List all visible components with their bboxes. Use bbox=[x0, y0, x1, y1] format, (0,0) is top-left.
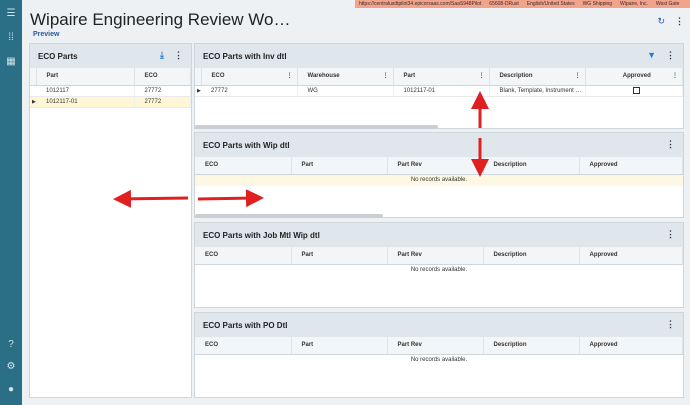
refresh-icon[interactable]: ↻ bbox=[657, 16, 665, 27]
env-company: Wipaire, Inc. bbox=[620, 1, 648, 7]
user-icon[interactable]: ● bbox=[5, 384, 17, 396]
hamburger-menu-icon[interactable]: ☰ bbox=[5, 8, 17, 20]
column-header[interactable]: Approved ⋮ bbox=[585, 68, 683, 86]
inv-dtl-grid: ECO ⋮ Warehouse ⋮ Part ⋮ Description ⋮ Appro… bbox=[195, 68, 683, 97]
column-menu-icon[interactable]: ⋮ bbox=[287, 72, 293, 79]
eco-parts-panel: ECO Parts ⤓ ⋮ Part ECO 1012117 27772 ▶ 1… bbox=[29, 43, 192, 398]
wip-dtl-panel: ECO Parts with Wip dtl ⋮ ECO Part Part R… bbox=[194, 132, 684, 218]
job-mtl-panel: ECO Parts with Job Mtl Wip dtl ⋮ ECO Par… bbox=[194, 222, 684, 308]
kebab-icon[interactable]: ⋮ bbox=[666, 50, 675, 61]
settings-icon[interactable]: ⚙ bbox=[5, 361, 17, 373]
eco-parts-grid: Part ECO 1012117 27772 ▶ 1012117-01 2777… bbox=[30, 68, 191, 108]
column-header[interactable]: ECO ⋮ bbox=[201, 68, 298, 86]
po-dtl-header: ECO Parts with PO Dtl ⋮ bbox=[195, 313, 683, 337]
column-menu-icon[interactable]: ⋮ bbox=[479, 72, 485, 79]
approved-checkbox[interactable] bbox=[633, 86, 641, 94]
eco-parts-header: ECO Parts ⤓ ⋮ bbox=[30, 44, 191, 68]
column-header[interactable]: Part bbox=[291, 157, 388, 175]
column-menu-icon[interactable]: ⋮ bbox=[575, 72, 581, 79]
kebab-icon[interactable]: ⋮ bbox=[666, 319, 675, 330]
inv-dtl-header: ECO Parts with Inv dtl ▼ ⋮ bbox=[195, 44, 683, 68]
help-icon[interactable]: ? bbox=[5, 339, 17, 351]
env-language: English/United States bbox=[526, 1, 575, 7]
empty-message: No records available. bbox=[195, 264, 683, 276]
env-plant: West Gate bbox=[655, 1, 680, 7]
table-row[interactable]: 1012117 27772 bbox=[30, 85, 191, 97]
env-user: 65608-DRust bbox=[489, 1, 519, 7]
cell-description[interactable]: Blank, Template, Instrument … bbox=[489, 85, 586, 97]
column-header[interactable]: Description ⋮ bbox=[489, 68, 586, 86]
env-url: https://centralusdtpilot34.epicorsaas.co… bbox=[359, 1, 482, 7]
kebab-icon[interactable]: ⋮ bbox=[666, 139, 675, 150]
panel-title: ECO Parts with Job Mtl Wip dtl bbox=[203, 230, 320, 240]
column-header[interactable]: Warehouse ⋮ bbox=[297, 68, 394, 86]
cell-part[interactable]: 1012117 bbox=[36, 85, 135, 97]
cell-part[interactable]: 1012117-01 bbox=[36, 96, 135, 108]
job-mtl-header: ECO Parts with Job Mtl Wip dtl ⋮ bbox=[195, 223, 683, 247]
panel-title: ECO Parts bbox=[38, 51, 78, 61]
horizontal-scrollbar[interactable] bbox=[195, 125, 438, 129]
column-header[interactable]: ECO bbox=[195, 157, 292, 175]
column-header[interactable]: ECO bbox=[134, 68, 191, 86]
empty-message: No records available. bbox=[195, 174, 683, 186]
wip-dtl-header: ECO Parts with Wip dtl ⋮ bbox=[195, 133, 683, 157]
horizontal-scrollbar[interactable] bbox=[195, 214, 383, 218]
column-menu-icon[interactable]: ⋮ bbox=[672, 72, 678, 79]
inv-dtl-panel: ECO Parts with Inv dtl ▼ ⋮ ECO ⋮ Warehous… bbox=[194, 43, 684, 129]
column-header[interactable]: Approved bbox=[579, 247, 683, 265]
cell-approved[interactable] bbox=[585, 85, 683, 97]
column-header[interactable]: Part Rev bbox=[387, 157, 484, 175]
cell-warehouse[interactable]: WG bbox=[297, 85, 394, 97]
page-title: Wipaire Engineering Review Wo… bbox=[30, 10, 291, 29]
column-header[interactable]: Part bbox=[36, 68, 135, 86]
panel-title: ECO Parts with Inv dtl bbox=[203, 51, 287, 61]
env-site: WG Shipping bbox=[582, 1, 613, 7]
table-row[interactable]: ▶ 27772 WG 1012117-01 Blank, Template, I… bbox=[195, 85, 683, 97]
preview-link[interactable]: Preview bbox=[33, 31, 59, 38]
column-header[interactable]: Approved bbox=[579, 157, 683, 175]
column-header[interactable]: Part bbox=[291, 247, 388, 265]
environment-info-strip: https://centralusdtpilot34.epicorsaas.co… bbox=[355, 0, 690, 8]
wip-dtl-grid: ECO Part Part Rev Description Approved bbox=[195, 157, 683, 175]
table-row[interactable]: ▶ 1012117-01 27772 bbox=[30, 96, 191, 108]
kebab-icon[interactable]: ⋮ bbox=[174, 50, 183, 61]
dashboard-icon[interactable]: ▦ bbox=[5, 56, 17, 68]
po-dtl-panel: ECO Parts with PO Dtl ⋮ ECO Part Part Re… bbox=[194, 312, 684, 398]
panel-title: ECO Parts with Wip dtl bbox=[203, 140, 290, 150]
column-header[interactable]: Part ⋮ bbox=[393, 68, 490, 86]
column-header[interactable]: Description bbox=[483, 157, 580, 175]
apps-grid-icon[interactable]: ⁞⁞ bbox=[5, 32, 17, 44]
column-header[interactable]: Part bbox=[291, 337, 388, 355]
empty-message: No records available. bbox=[195, 354, 683, 366]
left-nav: ☰ ⁞⁞ ▦ ? ⚙ ● bbox=[0, 0, 22, 405]
column-header[interactable]: ECO bbox=[195, 337, 292, 355]
cell-eco[interactable]: 27772 bbox=[201, 85, 298, 97]
column-header[interactable]: Part Rev bbox=[387, 247, 484, 265]
column-header[interactable]: ECO bbox=[195, 247, 292, 265]
column-header[interactable]: Description bbox=[483, 337, 580, 355]
panel-title: ECO Parts with PO Dtl bbox=[203, 320, 288, 330]
job-mtl-grid: ECO Part Part Rev Description Approved bbox=[195, 247, 683, 265]
cell-eco[interactable]: 27772 bbox=[134, 96, 191, 108]
column-header[interactable]: Part Rev bbox=[387, 337, 484, 355]
column-header[interactable]: Description bbox=[483, 247, 580, 265]
kebab-icon[interactable]: ⋮ bbox=[675, 16, 684, 27]
download-icon[interactable]: ⤓ bbox=[160, 50, 164, 61]
column-menu-icon[interactable]: ⋮ bbox=[383, 72, 389, 79]
po-dtl-grid: ECO Part Part Rev Description Approved bbox=[195, 337, 683, 355]
cell-part[interactable]: 1012117-01 bbox=[393, 85, 490, 97]
cell-eco[interactable]: 27772 bbox=[134, 85, 191, 97]
column-header[interactable]: Approved bbox=[579, 337, 683, 355]
kebab-icon[interactable]: ⋮ bbox=[666, 229, 675, 240]
filter-icon[interactable]: ▼ bbox=[647, 50, 656, 61]
header-actions: ↻ ⋮ bbox=[657, 16, 684, 27]
